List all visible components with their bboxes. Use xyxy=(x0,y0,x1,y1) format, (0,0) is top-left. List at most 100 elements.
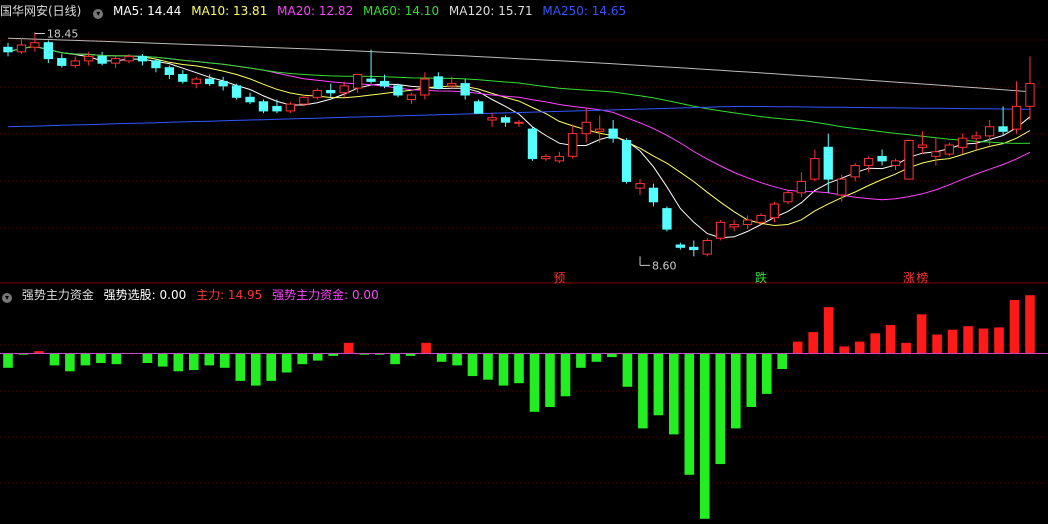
ma10-label: MA10: 13.81 xyxy=(191,4,268,18)
indicator-bar-negative xyxy=(731,353,741,429)
indicator-bar-negative xyxy=(204,353,215,366)
indicator-bar-negative xyxy=(700,353,710,519)
candle-up xyxy=(716,221,726,239)
candle-down xyxy=(366,78,376,82)
candle-up xyxy=(339,85,349,94)
candle-down xyxy=(3,46,13,53)
indicator-bar-negative xyxy=(653,353,664,416)
candle-down xyxy=(151,60,161,69)
candle-down xyxy=(43,42,54,60)
candle-up xyxy=(30,42,40,48)
indicator-bar-positive xyxy=(343,342,354,354)
indicator-bar-negative xyxy=(312,353,323,361)
candle-down xyxy=(527,128,538,160)
candle-up xyxy=(796,180,807,194)
candle-up xyxy=(864,158,874,166)
indicator-bar-positive xyxy=(901,342,911,354)
candle-down xyxy=(57,58,67,66)
indicator-bar-positive xyxy=(823,307,834,354)
candle-down xyxy=(137,55,148,62)
candle-up xyxy=(769,203,780,219)
candle-up xyxy=(554,155,565,162)
candle-up xyxy=(447,83,457,87)
ma10-line xyxy=(7,45,1031,227)
indicator-bar-negative xyxy=(436,353,447,362)
strong-main-fund-label: 强势主力资金: 0.00 xyxy=(272,288,379,302)
ma5-label: MA5: 14.44 xyxy=(113,4,182,18)
stock-name: 国华网安(日线) xyxy=(0,4,82,18)
candle-up xyxy=(783,192,793,203)
ma120-label: MA120: 15.71 xyxy=(448,4,533,18)
candle-up xyxy=(487,117,497,121)
indicator-bar-negative xyxy=(266,353,276,381)
candle-up xyxy=(16,44,27,53)
indicator-bar-negative xyxy=(189,353,199,371)
candle-down xyxy=(231,85,242,98)
indicator-bar-negative xyxy=(715,353,726,465)
indicator-bar-negative xyxy=(514,353,524,384)
candle-down xyxy=(621,140,632,182)
indicator-bar-negative xyxy=(142,353,153,363)
candle-down xyxy=(379,80,390,87)
indicator-bar-positive xyxy=(978,328,989,354)
indicator-bar-negative xyxy=(762,353,772,394)
indicator-bar-positive xyxy=(932,334,942,354)
candle-up xyxy=(904,140,914,180)
indicator-bar-positive xyxy=(854,341,865,354)
candle-down xyxy=(258,101,269,112)
candle-up xyxy=(917,144,928,148)
indicator-bar-negative xyxy=(498,353,509,386)
indicator-bar-positive xyxy=(792,341,803,354)
candle-up xyxy=(931,151,941,157)
candle-up xyxy=(299,96,309,105)
indicator-name: 强势主力资金 xyxy=(21,288,94,302)
candle-up xyxy=(514,121,524,124)
indicator-bar-negative xyxy=(3,353,13,368)
candle-up xyxy=(595,128,605,132)
candle-up xyxy=(191,78,201,85)
main-force-label: 主力: 14.95 xyxy=(196,288,263,302)
ma250-label: MA250: 14.65 xyxy=(542,4,627,18)
candle-down xyxy=(245,96,255,103)
candle-up xyxy=(353,74,363,89)
candle-down xyxy=(877,155,887,162)
signal-marker: 预 xyxy=(553,271,565,285)
indicator-bar-negative xyxy=(638,353,648,429)
indicator-bar-positive xyxy=(870,333,880,354)
candle-up xyxy=(958,137,968,148)
candle-up xyxy=(568,133,578,157)
indicator-bar-negative xyxy=(220,353,230,368)
main-chart-header: 国华网安(日线) ▾ MA5: 14.44 MA10: 13.81 MA20: … xyxy=(0,2,1048,20)
indicator-bar-negative xyxy=(251,353,261,386)
candle-down xyxy=(675,244,686,248)
candle-down xyxy=(689,246,699,251)
indicator-bar-negative xyxy=(158,353,168,367)
candle-up xyxy=(110,58,121,64)
indicator-bar-negative xyxy=(576,353,586,368)
candle-down xyxy=(164,67,174,75)
candle-up xyxy=(70,60,80,66)
indicator-bar-positive xyxy=(885,325,896,354)
chevron-down-icon[interactable]: ▾ xyxy=(2,293,12,303)
indicator-bar-negative xyxy=(669,353,679,435)
chevron-down-icon[interactable]: ▾ xyxy=(93,9,104,19)
indicator-bar-negative xyxy=(49,353,60,366)
candle-down xyxy=(205,78,215,85)
candle-up xyxy=(1011,105,1022,130)
candle-down xyxy=(608,128,618,139)
indicator-bar-positive xyxy=(947,329,958,354)
candle-up xyxy=(635,183,645,189)
indicator-bar-negative xyxy=(235,353,246,381)
indicator-bar-negative xyxy=(467,353,478,377)
indicator-bar-negative xyxy=(529,353,540,412)
candle-down xyxy=(662,208,672,230)
indicator-bar-positive xyxy=(963,326,973,354)
candle-up xyxy=(406,94,417,100)
candle-up xyxy=(285,103,296,112)
ma120-line xyxy=(7,37,1031,93)
indicator-bar-negative xyxy=(111,353,122,365)
ma5-line xyxy=(7,45,1031,239)
candle-down xyxy=(648,187,659,203)
indicator-bar-negative xyxy=(297,353,307,365)
indicator-bar-negative xyxy=(684,353,695,475)
